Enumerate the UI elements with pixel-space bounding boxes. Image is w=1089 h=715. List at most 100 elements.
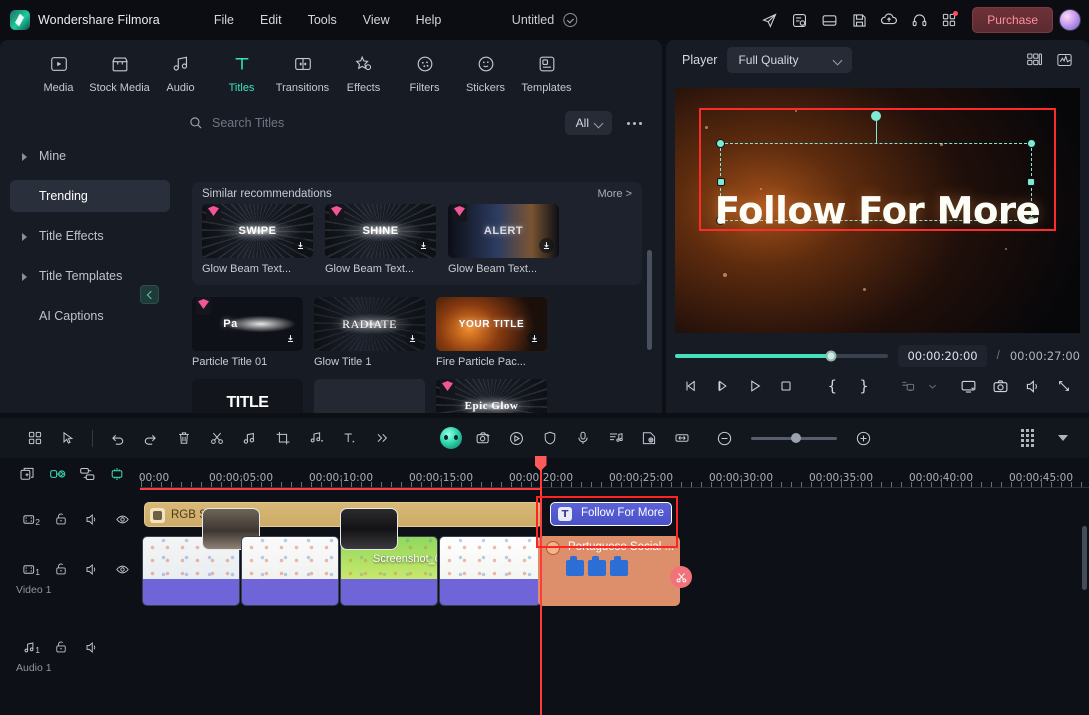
voiceover-mic-icon[interactable] [566,424,599,452]
zoom-in-icon[interactable] [847,424,880,452]
clip-portuguese-social[interactable]: Portuguese Social ... [538,536,680,606]
search-input[interactable] [212,116,557,130]
volume-button[interactable] [1016,371,1048,401]
expand-button[interactable] [1048,371,1080,401]
title-card[interactable]: ALERT Glow Beam Text... [448,204,559,275]
eye-icon[interactable] [107,506,138,532]
audio-mixer-icon[interactable] [599,424,632,452]
title-thumbnail[interactable]: Pa [192,297,303,351]
menu-tools[interactable]: Tools [306,10,339,30]
clip-follow-for-more[interactable]: T Follow For More [550,502,672,526]
title-card[interactable]: Epic Glow [436,379,547,413]
title-thumbnail[interactable]: Epic Glow [436,379,547,413]
title-thumbnail[interactable]: SHINE [325,204,436,258]
video-clip-2[interactable] [241,536,339,606]
title-thumbnail[interactable]: RADIATE [314,297,425,351]
zoom-slider[interactable] [751,433,837,443]
eye-icon[interactable] [107,556,138,582]
resize-handle-tl[interactable] [716,139,725,148]
timeline-ruler[interactable]: 00:00 00:00:05:00 00:00:10:00 00:00:15:0… [139,458,1089,490]
crop-icon[interactable] [266,424,299,452]
download-icon[interactable] [283,331,298,346]
film-icon[interactable]: 1 [14,556,45,582]
tab-stickers[interactable]: Stickers [455,52,516,94]
lock-icon[interactable] [45,634,76,660]
title-card[interactable]: Lorem ipsum [314,379,425,413]
mute-icon[interactable] [76,506,107,532]
mark-in-button[interactable]: { [816,371,848,401]
sidebar-item-trending[interactable]: Trending [10,180,170,212]
title-thumbnail[interactable]: TITLE LOWER TITLE HERE [192,379,303,413]
recommendations-more-link[interactable]: More > [597,188,632,200]
audio-detach-icon[interactable] [233,424,266,452]
split-scissors-icon[interactable] [200,424,233,452]
title-card[interactable]: SHINE Glow Beam Text... [325,204,436,275]
more-options-icon[interactable] [622,112,646,134]
timeline-dropdown-icon[interactable] [1046,424,1079,452]
sidebar-item-title-effects[interactable]: Title Effects [10,220,170,252]
download-icon[interactable] [405,331,420,346]
resize-handle-tr[interactable] [1027,139,1036,148]
fullscreen-preview-button[interactable] [953,371,985,401]
cloud-upload-icon[interactable] [874,6,904,34]
auto-arrange-icon[interactable] [72,461,102,487]
seek-bar[interactable] [675,350,889,362]
download-icon[interactable] [539,238,554,253]
panel-scrollbar[interactable] [647,250,652,350]
more-chevrons-icon[interactable] [365,424,398,452]
redo-icon[interactable] [134,424,167,452]
motion-tracking-icon[interactable] [500,424,533,452]
quality-dropdown[interactable]: Full Quality [727,47,853,73]
menu-view[interactable]: View [361,10,392,30]
keyframe-button[interactable] [892,371,924,401]
timeline-scrollbar[interactable] [1082,526,1087,590]
ai-camera-icon[interactable] [467,424,500,452]
apps-grid-icon[interactable] [18,424,51,452]
sidebar-item-ai-captions[interactable]: AI Captions [10,300,170,332]
select-tool-icon[interactable] [51,424,84,452]
lock-icon[interactable] [45,506,76,532]
download-icon[interactable] [527,331,542,346]
menu-file[interactable]: File [212,10,236,30]
menu-help[interactable]: Help [414,10,444,30]
zoom-out-icon[interactable] [708,424,741,452]
audio-beat-icon[interactable] [299,424,332,452]
title-thumbnail[interactable]: YOUR TITLE [436,297,547,351]
title-thumbnail[interactable]: ALERT [448,204,559,258]
layout-compare-icon[interactable] [1021,48,1047,72]
seek-handle[interactable] [825,350,837,362]
mute-icon[interactable] [76,634,107,660]
mark-out-button[interactable]: } [848,371,880,401]
menu-edit[interactable]: Edit [258,10,284,30]
title-card[interactable]: RADIATE Glow Title 1 [314,297,425,368]
tab-audio[interactable]: Audio [150,52,211,94]
collapse-sidebar-button[interactable] [140,285,159,304]
prev-frame-button[interactable] [675,371,707,401]
playhead[interactable] [534,456,547,715]
waveform-icon[interactable] [1051,48,1077,72]
ai-assistant-icon[interactable] [434,424,467,452]
lock-icon[interactable] [45,556,76,582]
text-icon[interactable] [332,424,365,452]
video-clip-4[interactable] [439,536,541,606]
tab-media[interactable]: Media [28,52,89,94]
download-icon[interactable] [293,238,308,253]
zoom-slider-handle[interactable] [790,433,801,443]
save-icon[interactable] [844,6,874,34]
tab-templates[interactable]: Templates [516,52,577,94]
title-card[interactable]: YOUR TITLE Fire Particle Pac... [436,297,547,368]
headset-icon[interactable] [904,6,934,34]
music-icon[interactable]: 1 [14,634,45,660]
title-card[interactable]: SWIPE Glow Beam Text... [202,204,313,275]
play-button[interactable] [739,371,771,401]
rotate-handle[interactable] [871,111,881,121]
snapshot-button[interactable] [984,371,1016,401]
tab-filters[interactable]: Filters [394,52,455,94]
stabilize-shield-icon[interactable] [533,424,566,452]
green-screen-icon[interactable] [632,424,665,452]
next-frame-button[interactable] [707,371,739,401]
picture-in-picture-overlay[interactable] [340,508,398,550]
stop-button[interactable] [770,371,802,401]
split-indicator-icon[interactable] [670,566,692,588]
purchase-button[interactable]: Purchase [972,7,1053,33]
